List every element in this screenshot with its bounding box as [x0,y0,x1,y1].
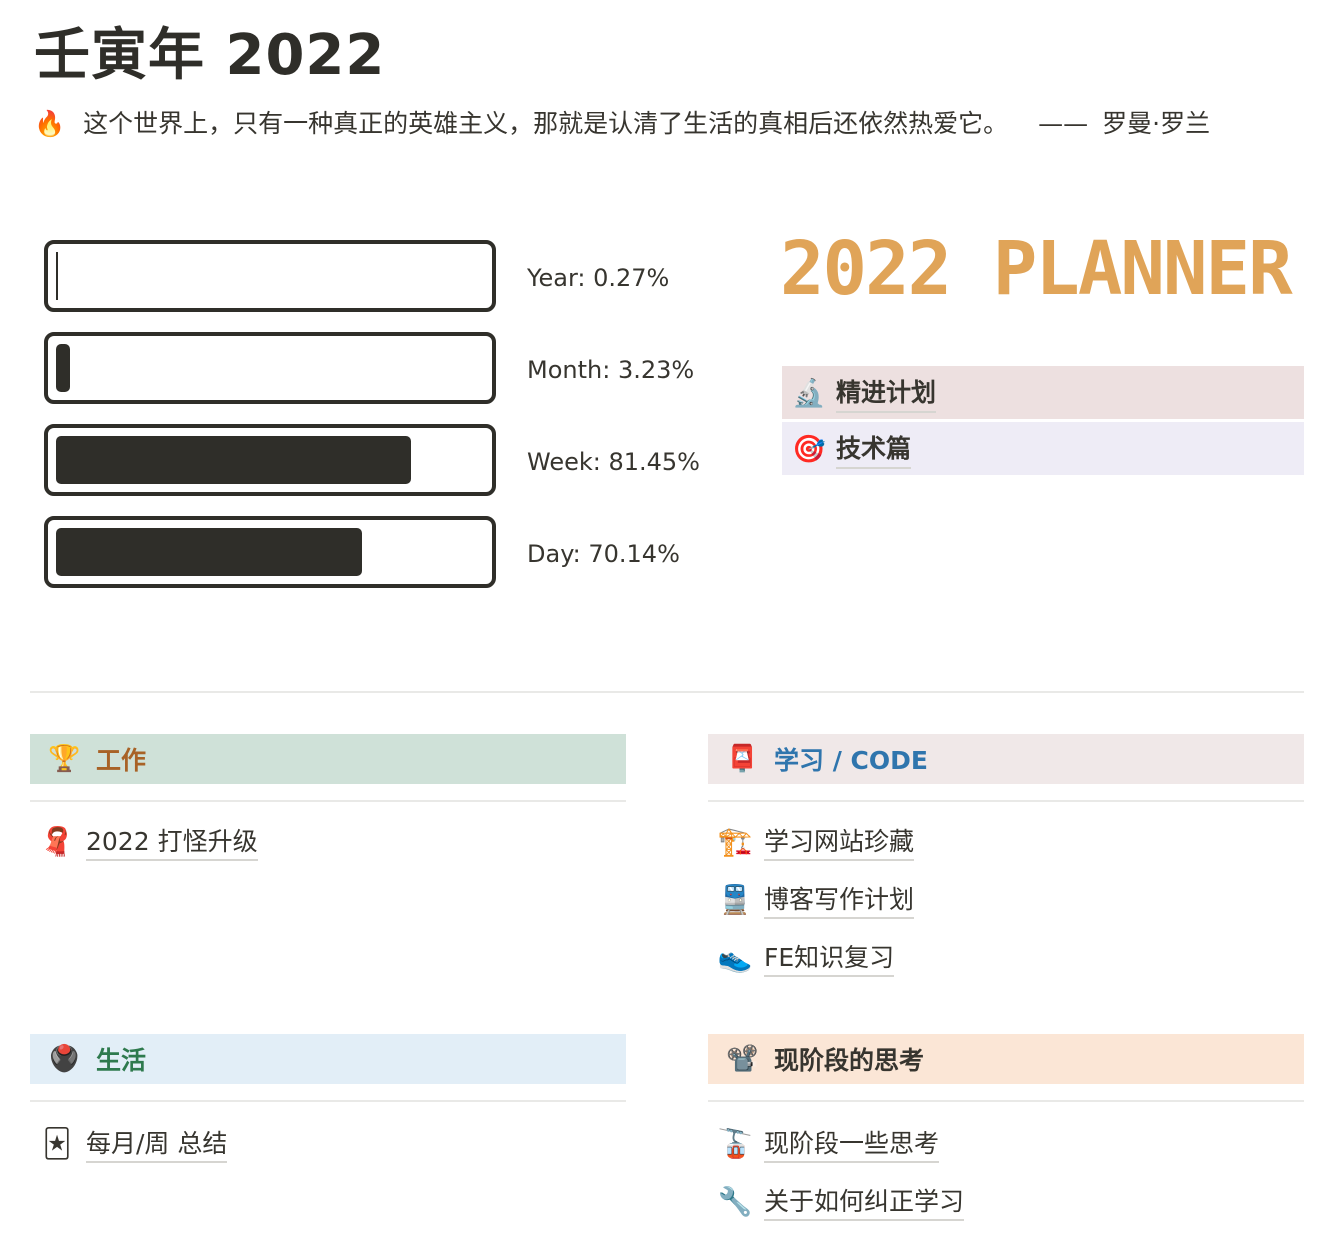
construction-crane-icon: 🏗️ [717,824,753,858]
link-label: 2022 打怪升级 [86,822,258,861]
link-label: 现阶段一些思考 [764,1124,940,1163]
section-header-life: 🖲️ 生活 [30,1034,626,1084]
year-progress-label: Year: 0.27% [527,264,670,292]
year-progress-fill [56,252,58,300]
target-icon: 🎯 [792,433,826,465]
section-header-work: 🏆 工作 [30,734,626,784]
planner-banner-image: 2022 PLANNER [780,226,1293,312]
microscope-icon: 🔬 [792,377,826,409]
planner-link-label: 精进计划 [836,373,937,413]
train-icon: 🚆 [717,882,753,916]
section-underline [30,1100,626,1102]
section-header-study-code: 📮 学习 / CODE [708,734,1304,784]
section-title: 学习 / CODE [774,746,928,775]
link-monthly-weekly-summary[interactable]: 🃏 每月/周 总结 [34,1123,228,1163]
link-label: FE知识复习 [764,938,895,977]
section-header-current-thinking: 📽️ 现阶段的思考 [708,1034,1304,1084]
link-blog-writing-plan[interactable]: 🚆 博客写作计划 [712,879,915,919]
day-progress-bar [44,516,496,588]
fire-icon: 🔥 [34,109,66,138]
link-label: 学习网站珍藏 [764,822,915,861]
wrench-icon: 🔧 [717,1184,753,1218]
postbox-icon: 📮 [726,744,759,774]
scarf-icon: 🧣 [39,824,75,858]
year-progress-bar [44,240,496,312]
link-fe-review[interactable]: 👟 FE知识复习 [712,937,895,977]
link-2022-level-up[interactable]: 🧣 2022 打怪升级 [34,821,258,861]
film-projector-icon: 📽️ [726,1044,759,1074]
week-progress-fill [56,436,411,484]
aerial-tramway-icon: 🚡 [717,1126,753,1160]
quote-author: 罗曼·罗兰 [1102,109,1211,138]
planner-link-tech[interactable]: 🎯 技术篇 [782,422,1304,475]
planner-link-label: 技术篇 [836,429,912,469]
week-progress-label: Week: 81.45% [527,448,700,476]
month-progress-bar [44,332,496,404]
section-underline [30,800,626,802]
quote-separator: —— [1038,109,1089,138]
planner-link-progress-plan[interactable]: 🔬 精进计划 [782,366,1304,419]
day-progress-fill [56,528,362,576]
joker-card-icon: 🃏 [42,1126,72,1160]
link-current-thoughts[interactable]: 🚡 现阶段一些思考 [712,1123,940,1163]
quote-callout: 🔥 这个世界上，只有一种真正的英雄主义，那就是认清了生活的真相后还依然热爱它。 ——… [34,104,1210,140]
link-label: 每月/周 总结 [86,1124,228,1163]
month-progress-fill [56,344,70,392]
link-how-to-correct-learning[interactable]: 🔧 关于如何纠正学习 [712,1181,965,1221]
section-title: 现阶段的思考 [774,1046,925,1075]
week-progress-bar [44,424,496,496]
trackball-icon: 🖲️ [48,1044,81,1074]
trophy-icon: 🏆 [48,744,81,774]
section-divider [30,691,1304,693]
link-study-websites[interactable]: 🏗️ 学习网站珍藏 [712,821,915,861]
sneaker-icon: 👟 [717,940,753,974]
section-underline [708,800,1304,802]
section-title: 生活 [96,1046,147,1075]
month-progress-label: Month: 3.23% [527,356,695,384]
section-underline [708,1100,1304,1102]
link-label: 博客写作计划 [764,880,915,919]
quote-text: 这个世界上，只有一种真正的英雄主义，那就是认清了生活的真相后还依然热爱它。 [83,109,1009,138]
day-progress-label: Day: 70.14% [527,540,680,568]
page-title: 壬寅年 2022 [34,23,386,88]
link-label: 关于如何纠正学习 [764,1182,965,1221]
section-title: 工作 [96,746,147,775]
